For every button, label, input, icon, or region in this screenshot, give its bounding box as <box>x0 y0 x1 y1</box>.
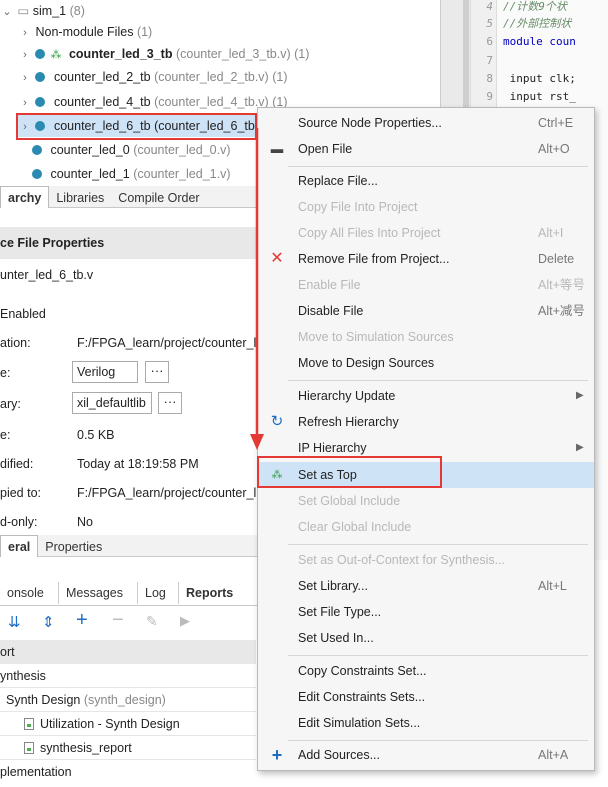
annotation-arrow <box>250 128 264 450</box>
